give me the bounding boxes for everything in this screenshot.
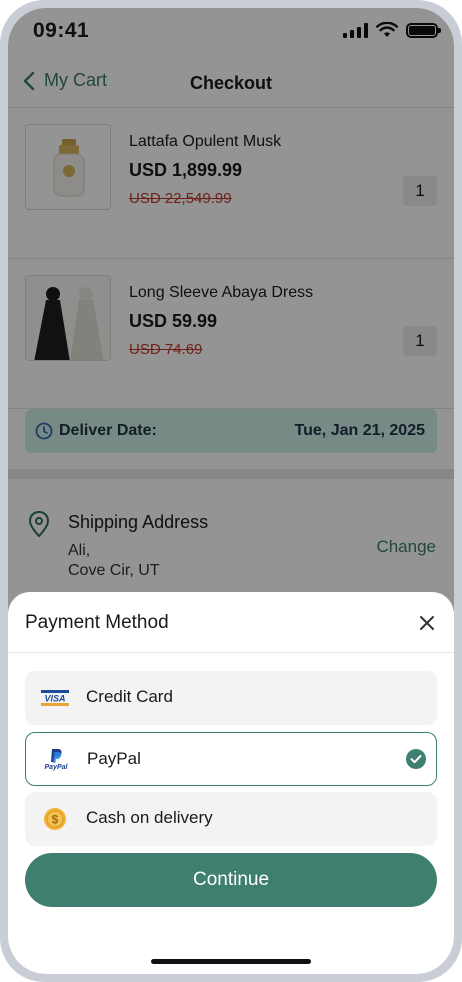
payment-option-label: PayPal [87, 749, 141, 768]
visa-icon: VISA [41, 685, 69, 711]
paypal-icon: PayPal [42, 747, 70, 773]
continue-button[interactable]: Continue [25, 853, 437, 907]
close-icon[interactable] [418, 614, 436, 632]
payment-option-paypal[interactable]: PayPal PayPal [25, 732, 437, 786]
payment-method-sheet: Payment Method VISA Credit Card PayPal P… [8, 592, 454, 974]
coin-icon: $ [41, 806, 69, 832]
home-indicator[interactable] [151, 959, 311, 964]
paypal-text: PayPal [44, 764, 68, 771]
payment-option-label: Credit Card [86, 687, 173, 706]
visa-text: VISA [44, 694, 65, 704]
screen: 09:41 My Cart Checkout Lattafa Opulent M… [8, 8, 454, 974]
phone-frame: 09:41 My Cart Checkout Lattafa Opulent M… [0, 0, 462, 982]
payment-option-label: Cash on delivery [86, 808, 213, 827]
sheet-divider [8, 652, 454, 653]
payment-option-cash[interactable]: $ Cash on delivery [25, 792, 437, 846]
coin-symbol: $ [52, 813, 59, 827]
payment-option-credit-card[interactable]: VISA Credit Card [25, 671, 437, 725]
sheet-title: Payment Method [25, 612, 169, 633]
selected-check-icon [406, 749, 426, 769]
